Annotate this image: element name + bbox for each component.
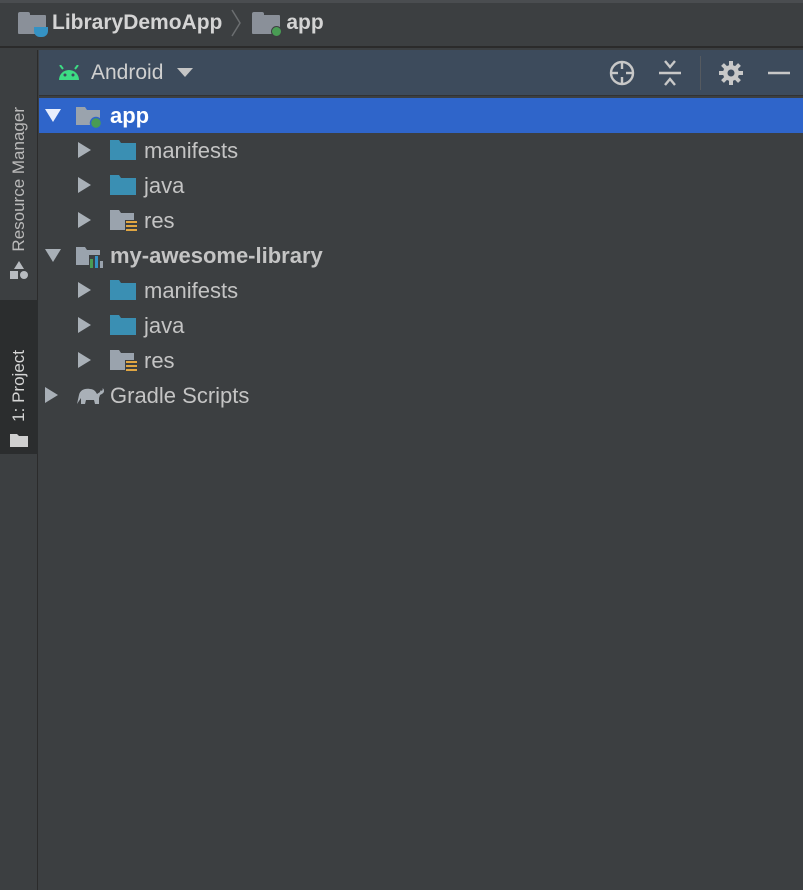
- tree-node-label: res: [144, 207, 175, 233]
- expand-arrow-icon[interactable]: [78, 177, 91, 193]
- tree-node-label: app: [110, 102, 150, 128]
- collapse-all-icon: [659, 60, 681, 86]
- project-tree: app manifests java res my-awesome-librar…: [39, 98, 803, 413]
- tree-node-label: java: [144, 172, 185, 198]
- project-tool-header: Android: [39, 50, 803, 96]
- tree-node-library[interactable]: my-awesome-library: [39, 238, 803, 273]
- expand-arrow-icon[interactable]: [45, 249, 61, 262]
- folder-icon: [110, 280, 136, 300]
- breadcrumb-separator-icon: [231, 9, 242, 37]
- tree-node-app[interactable]: app: [39, 98, 803, 133]
- crosshair-icon: [609, 60, 635, 86]
- breadcrumb-project[interactable]: LibraryDemoApp: [18, 11, 223, 37]
- tree-node-label: manifests: [144, 277, 239, 303]
- project-tab-label: 1: Project: [9, 350, 28, 422]
- navigation-bar: LibraryDemoApp app: [0, 0, 803, 48]
- minimize-icon: [768, 71, 790, 75]
- hide-button[interactable]: [755, 50, 803, 96]
- android-icon: [59, 64, 79, 80]
- folder-icon: [10, 434, 28, 447]
- expand-arrow-icon[interactable]: [78, 282, 91, 298]
- resource-folder-icon: [110, 210, 138, 233]
- view-mode-dropdown[interactable]: Android: [57, 60, 194, 85]
- gear-icon: [719, 61, 743, 85]
- view-mode-label: Android: [91, 60, 164, 84]
- project-folder-icon: [18, 12, 48, 37]
- resource-manager-icon: [10, 261, 28, 279]
- tree-node-label: Gradle Scripts: [110, 382, 250, 408]
- tree-node-gradle-scripts[interactable]: Gradle Scripts: [39, 378, 803, 413]
- chevron-down-icon: [177, 68, 194, 77]
- breadcrumb-project-label: LibraryDemoApp: [52, 11, 223, 34]
- tool-window-actions: [598, 50, 803, 96]
- tree-node-label: java: [144, 312, 185, 338]
- tree-node-lib-manifests[interactable]: manifests: [39, 273, 803, 308]
- resource-manager-tab[interactable]: Resource Manager: [0, 64, 38, 284]
- select-opened-file-button[interactable]: [598, 50, 646, 96]
- tree-node-label: my-awesome-library: [110, 242, 323, 268]
- tree-node-label: manifests: [144, 137, 239, 163]
- toolbar-separator: [700, 56, 701, 90]
- expand-arrow-icon[interactable]: [45, 109, 61, 122]
- expand-arrow-icon[interactable]: [78, 142, 91, 158]
- project-tab[interactable]: 1: Project: [0, 300, 38, 454]
- tree-node-app-java[interactable]: java: [39, 168, 803, 203]
- resource-manager-label: Resource Manager: [9, 107, 28, 252]
- tree-node-lib-java[interactable]: java: [39, 308, 803, 343]
- module-folder-icon: [252, 12, 283, 37]
- tree-node-label: res: [144, 347, 175, 373]
- tree-node-app-res[interactable]: res: [39, 203, 803, 238]
- module-folder-icon: [76, 107, 103, 129]
- library-module-icon: [76, 247, 104, 268]
- expand-arrow-icon[interactable]: [45, 387, 58, 403]
- folder-icon: [110, 315, 136, 335]
- resource-folder-icon: [110, 350, 138, 373]
- folder-icon: [110, 140, 136, 160]
- expand-arrow-icon[interactable]: [78, 352, 91, 368]
- breadcrumb-module-label: app: [286, 11, 324, 34]
- tree-node-lib-res[interactable]: res: [39, 343, 803, 378]
- left-tool-stripe: Resource Manager 1: Project: [0, 50, 38, 890]
- settings-button[interactable]: [707, 50, 755, 96]
- collapse-all-button[interactable]: [646, 50, 694, 96]
- expand-arrow-icon[interactable]: [78, 317, 91, 333]
- expand-arrow-icon[interactable]: [78, 212, 91, 228]
- folder-icon: [110, 175, 136, 195]
- tree-node-app-manifests[interactable]: manifests: [39, 133, 803, 168]
- breadcrumb-module[interactable]: app: [252, 11, 324, 37]
- gradle-elephant-icon: [77, 388, 104, 404]
